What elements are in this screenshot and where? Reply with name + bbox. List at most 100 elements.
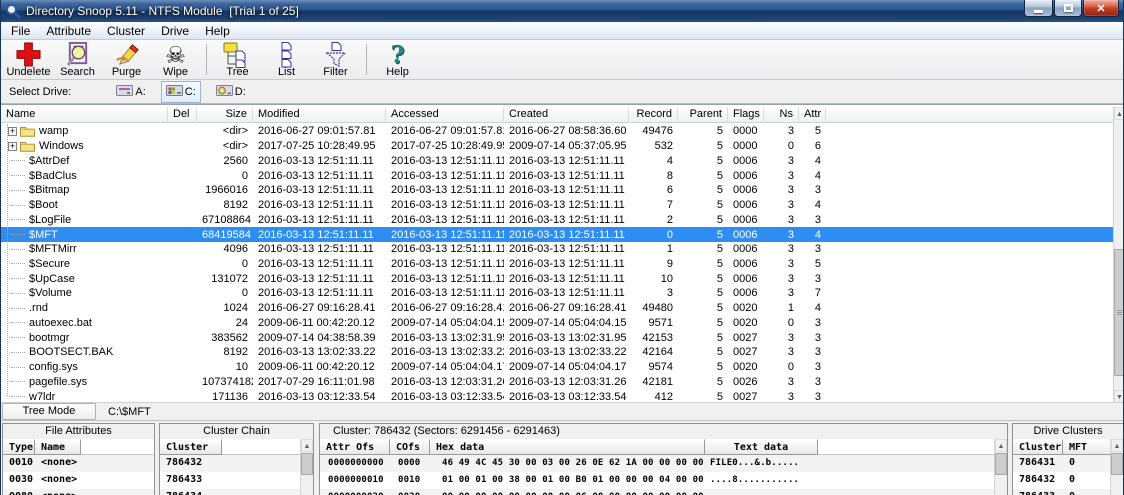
cell-parent: 5 xyxy=(678,331,728,345)
file-attribute-row[interactable]: 0080<none> xyxy=(3,489,154,495)
toolbar-button-filter[interactable]: Filter xyxy=(311,40,360,79)
hex-view-scrollbar[interactable]: ▲ xyxy=(994,439,1007,495)
column-header-parent[interactable]: Parent xyxy=(678,107,728,123)
toolbar-button-purge[interactable]: Purge xyxy=(102,40,151,79)
expand-icon[interactable]: + xyxy=(8,142,17,151)
hex-row[interactable]: 0000000020002000 00 00 00 00 00 00 00 06… xyxy=(320,489,994,495)
toolbar-button-tree[interactable]: Tree xyxy=(213,40,262,79)
panel-column-header-text-data[interactable]: Text data xyxy=(705,439,818,455)
column-header-del[interactable]: Del xyxy=(168,107,197,123)
drive-button-d[interactable]: D: xyxy=(211,81,251,103)
drive-button-a[interactable]: A: xyxy=(111,81,150,103)
panel-column-header-cluster[interactable]: Cluster xyxy=(160,439,222,455)
menu-item-attribute[interactable]: Attribute xyxy=(38,22,99,40)
toolbar-button-undelete[interactable]: Undelete xyxy=(4,40,53,79)
panel-cell: 0000 xyxy=(398,455,420,471)
tree-connector xyxy=(11,352,25,353)
table-row[interactable]: $AttrDef25602016-03-13 12:51:11.112016-0… xyxy=(1,153,1113,168)
drive-clusters-scroll-thumb[interactable] xyxy=(1111,453,1123,475)
panel-column-header-cluster[interactable]: Cluster xyxy=(1013,439,1063,455)
cluster-chain-scrollbar[interactable]: ▲ xyxy=(300,439,313,495)
cell-attr: 3 xyxy=(799,360,826,374)
close-button[interactable]: ✕ xyxy=(1083,0,1119,17)
hex-row[interactable]: 0000000000000046 49 4C 45 30 00 03 00 26… xyxy=(320,455,994,472)
maximize-button[interactable] xyxy=(1054,0,1082,17)
menu-item-help[interactable]: Help xyxy=(197,22,238,40)
file-attribute-row[interactable]: 0010<none> xyxy=(3,455,154,472)
drive-clusters-scroll-up[interactable]: ▲ xyxy=(1111,439,1123,452)
cluster-chain-scroll-up[interactable]: ▲ xyxy=(301,439,313,452)
toolbar-button-label: Tree xyxy=(226,66,248,78)
toolbar-button-search[interactable]: Search xyxy=(53,40,102,79)
table-row[interactable]: $Secure02016-03-13 12:51:11.112016-03-13… xyxy=(1,257,1113,272)
panel-column-header-name[interactable]: Name xyxy=(35,439,81,455)
column-header-modified[interactable]: Modified xyxy=(253,107,386,123)
hex-scroll-thumb[interactable] xyxy=(995,453,1007,475)
panel-column-header-mft-rec[interactable]: MFT Rec xyxy=(1063,439,1111,455)
panel-column-header-attr-ofs[interactable]: Attr Ofs xyxy=(320,439,390,455)
tree-mode-tab[interactable]: Tree Mode xyxy=(2,403,96,420)
column-header-record[interactable]: Record xyxy=(629,107,678,123)
drive-cluster-row[interactable]: 7864310 xyxy=(1013,455,1110,472)
column-header-ns[interactable]: Ns xyxy=(764,107,799,123)
toolbar-button-wipe[interactable]: ☠Wipe xyxy=(151,40,200,79)
scroll-up-button[interactable]: ▲ xyxy=(1114,107,1124,120)
panel-column-header-hex-data[interactable]: Hex data xyxy=(430,439,705,455)
panel-column-header-type[interactable]: Type xyxy=(3,439,35,455)
column-header-created[interactable]: Created xyxy=(504,107,629,123)
menu-item-drive[interactable]: Drive xyxy=(153,22,197,40)
cell-attr: 6 xyxy=(799,139,826,153)
column-header-attr[interactable]: Attr xyxy=(799,107,826,123)
menu-item-cluster[interactable]: Cluster xyxy=(99,22,153,40)
table-row[interactable]: $Volume02016-03-13 12:51:11.112016-03-13… xyxy=(1,286,1113,301)
table-row[interactable]: $MFTMirr40962016-03-13 12:51:11.112016-0… xyxy=(1,242,1113,257)
table-row[interactable]: $LogFile671088642016-03-13 12:51:11.1120… xyxy=(1,212,1113,227)
cluster-chain-row[interactable]: 786432 xyxy=(160,455,300,472)
drive-cluster-row[interactable]: 7864320 xyxy=(1013,472,1110,489)
cell-name: $Volume xyxy=(1,286,168,300)
panel-cell: 0020 xyxy=(398,489,420,495)
cluster-chain-row[interactable]: 786433 xyxy=(160,472,300,489)
floppy-drive-icon xyxy=(116,84,135,100)
tree-connector xyxy=(11,160,25,161)
table-row[interactable]: .rnd10242016-06-27 09:16:28.412016-06-27… xyxy=(1,301,1113,316)
column-header-name[interactable]: Name xyxy=(1,107,168,123)
drive-clusters-scrollbar[interactable]: ▲ xyxy=(1110,439,1123,495)
cell-flags: 0027 xyxy=(728,331,764,345)
scroll-thumb[interactable] xyxy=(1114,249,1124,376)
table-row[interactable]: $MFT684195842016-03-13 12:51:11.112016-0… xyxy=(1,227,1113,242)
hex-row[interactable]: 0000000010001001 00 01 00 38 00 01 00 B0… xyxy=(320,472,994,489)
panel-column-header-cofs[interactable]: COfs xyxy=(390,439,430,455)
toolbar-button-help[interactable]: ?Help xyxy=(373,40,422,79)
table-row[interactable]: bootmgr3835622009-07-14 04:38:58.392016-… xyxy=(1,330,1113,345)
column-header-size[interactable]: Size xyxy=(197,107,253,123)
cell-ns: 3 xyxy=(764,242,799,256)
table-row[interactable]: autoexec.bat242009-06-11 00:42:20.122009… xyxy=(1,316,1113,331)
table-row[interactable]: +Windows<dir>2017-07-25 10:28:49.952017-… xyxy=(1,139,1113,154)
menu-item-file[interactable]: File xyxy=(3,22,38,40)
expand-icon[interactable]: + xyxy=(8,127,17,136)
drive-button-c[interactable]: C: xyxy=(161,81,201,103)
toolbar-button-list[interactable]: List xyxy=(262,40,311,79)
table-row[interactable]: +wamp<dir>2016-06-27 09:01:57.812016-06-… xyxy=(1,124,1113,139)
table-row[interactable]: BOOTSECT.BAK81922016-03-13 13:02:33.2220… xyxy=(1,345,1113,360)
table-row[interactable]: pagefile.sys10737418242017-07-29 16:11:0… xyxy=(1,374,1113,389)
table-row[interactable]: config.sys102009-06-11 00:42:20.122009-0… xyxy=(1,360,1113,375)
minimize-button[interactable] xyxy=(1024,0,1053,17)
column-header-flags[interactable]: Flags xyxy=(728,107,764,123)
cell-parent: 5 xyxy=(678,257,728,271)
cluster-chain-row[interactable]: 786434 xyxy=(160,489,300,495)
current-path: C:\$MFT xyxy=(108,406,151,418)
table-row[interactable]: $Boot81922016-03-13 12:51:11.112016-03-1… xyxy=(1,198,1113,213)
drive-cluster-row[interactable]: 7864330 xyxy=(1013,489,1110,495)
table-row[interactable]: $Bitmap19660162016-03-13 12:51:11.112016… xyxy=(1,183,1113,198)
cluster-chain-scroll-thumb[interactable] xyxy=(301,453,313,475)
cell-ns: 1 xyxy=(764,301,799,315)
file-attribute-row[interactable]: 0030<none> xyxy=(3,472,154,489)
table-row[interactable]: $BadClus02016-03-13 12:51:11.112016-03-1… xyxy=(1,168,1113,183)
table-row[interactable]: $UpCase1310722016-03-13 12:51:11.112016-… xyxy=(1,271,1113,286)
column-header-accessed[interactable]: Accessed xyxy=(386,107,504,123)
table-scrollbar[interactable]: ▲ ▼ xyxy=(1113,107,1124,403)
hex-scroll-up[interactable]: ▲ xyxy=(995,439,1007,452)
cell-created: 2009-07-14 05:04:04.17 xyxy=(504,360,629,374)
